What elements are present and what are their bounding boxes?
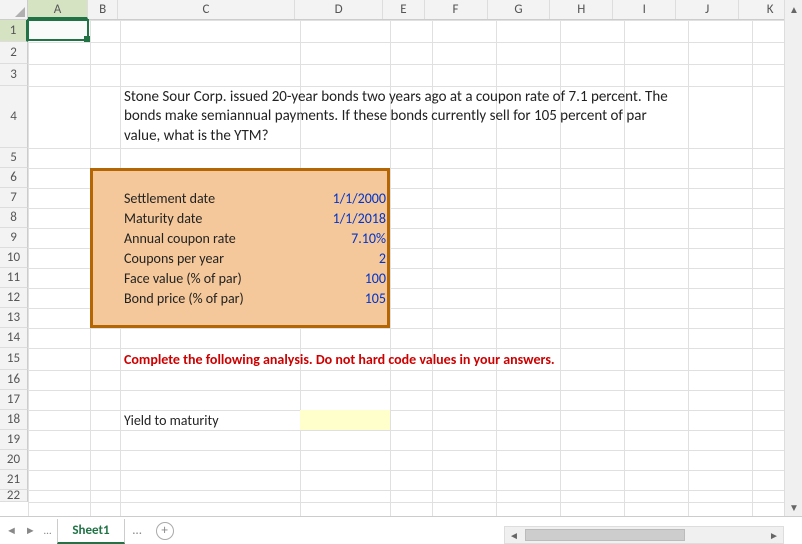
column-header-H[interactable]: H [550, 0, 613, 19]
spreadsheet-area: ABCDEFGHIJK 1234567891011121314151617181… [0, 0, 802, 516]
sheet-tab-bar: ◄ ► … Sheet1 … + ◄ ► [0, 516, 802, 544]
row-header-13[interactable]: 13 [0, 308, 28, 328]
row-header-20[interactable]: 20 [0, 450, 28, 470]
column-header-A[interactable]: A [28, 0, 89, 19]
column-header-B[interactable]: B [88, 0, 118, 19]
row-header-16[interactable]: 16 [0, 370, 28, 390]
row-header-17[interactable]: 17 [0, 390, 28, 410]
tab-navigation: ◄ ► … [0, 524, 57, 537]
row-header-22[interactable]: 22 [0, 490, 28, 502]
box-label-4[interactable]: Face value (% of par) [120, 268, 300, 288]
box-label-2[interactable]: Annual coupon rate [120, 228, 300, 248]
box-value-2[interactable]: 7.10% [300, 228, 390, 248]
box-label-5[interactable]: Bond price (% of par) [120, 288, 300, 308]
column-header-G[interactable]: G [488, 0, 551, 19]
ytm-answer-cell[interactable] [300, 410, 390, 430]
scroll-right-arrow[interactable]: ► [765, 526, 783, 544]
row-header-15[interactable]: 15 [0, 348, 28, 370]
box-value-3[interactable]: 2 [300, 248, 390, 268]
row-header-4[interactable]: 4 [0, 86, 28, 148]
add-sheet-button[interactable]: + [156, 522, 174, 540]
instruction-text[interactable]: Complete the following analysis. Do not … [120, 348, 720, 370]
column-header-J[interactable]: J [676, 0, 739, 19]
box-label-3[interactable]: Coupons per year [120, 248, 300, 268]
row-header-3[interactable]: 3 [0, 64, 28, 86]
row-header-6[interactable]: 6 [0, 168, 28, 188]
ytm-label[interactable]: Yield to maturity [120, 410, 300, 430]
row-header-1[interactable]: 1 [0, 20, 28, 42]
row-header-18[interactable]: 18 [0, 410, 28, 430]
box-label-0[interactable]: Settlement date [120, 188, 300, 208]
selection-indicator [27, 19, 89, 41]
row-header-12[interactable]: 12 [0, 288, 28, 308]
row-header-5[interactable]: 5 [0, 148, 28, 168]
tab-more-icon[interactable]: … [44, 524, 52, 537]
row-header-19[interactable]: 19 [0, 430, 28, 450]
tab-next-icon[interactable]: ► [25, 524, 36, 537]
row-header-8[interactable]: 8 [0, 208, 28, 228]
column-header-E[interactable]: E [383, 0, 424, 19]
row-header-21[interactable]: 21 [0, 470, 28, 490]
hscroll-track[interactable] [523, 527, 765, 543]
column-header-C[interactable]: C [118, 0, 295, 19]
horizontal-scrollbar[interactable]: ◄ ► [504, 526, 784, 544]
tab-sheet1[interactable]: Sheet1 [57, 519, 124, 544]
hscroll-thumb[interactable] [525, 529, 685, 541]
box-value-1[interactable]: 1/1/2018 [300, 208, 390, 228]
vscroll-track[interactable] [785, 18, 802, 498]
column-headers: ABCDEFGHIJK [0, 0, 802, 20]
scroll-down-arrow[interactable]: ▼ [785, 498, 802, 516]
row-header-11[interactable]: 11 [0, 268, 28, 288]
box-label-1[interactable]: Maturity date [120, 208, 300, 228]
column-header-D[interactable]: D [295, 0, 383, 19]
problem-text-cell[interactable]: Stone Sour Corp. issued 20-year bonds tw… [120, 86, 680, 148]
vertical-scrollbar[interactable]: ▲ ▼ [784, 0, 802, 516]
row-header-10[interactable]: 10 [0, 248, 28, 268]
tab-prev-icon[interactable]: ◄ [6, 524, 17, 537]
row-headers: 12345678910111213141516171819202122 [0, 20, 28, 502]
scroll-up-arrow[interactable]: ▲ [785, 0, 802, 18]
tab-overflow-icon[interactable]: … [125, 523, 150, 538]
row-header-14[interactable]: 14 [0, 328, 28, 348]
box-value-4[interactable]: 100 [300, 268, 390, 288]
cell-grid[interactable]: Stone Sour Corp. issued 20-year bonds tw… [28, 20, 784, 516]
box-value-5[interactable]: 105 [300, 288, 390, 308]
box-value-0[interactable]: 1/1/2000 [300, 188, 390, 208]
row-header-2[interactable]: 2 [0, 42, 28, 64]
scroll-left-arrow[interactable]: ◄ [505, 526, 523, 544]
select-all-corner[interactable] [0, 0, 28, 20]
row-header-7[interactable]: 7 [0, 188, 28, 208]
column-header-F[interactable]: F [425, 0, 488, 19]
column-header-I[interactable]: I [613, 0, 676, 19]
row-header-9[interactable]: 9 [0, 228, 28, 248]
